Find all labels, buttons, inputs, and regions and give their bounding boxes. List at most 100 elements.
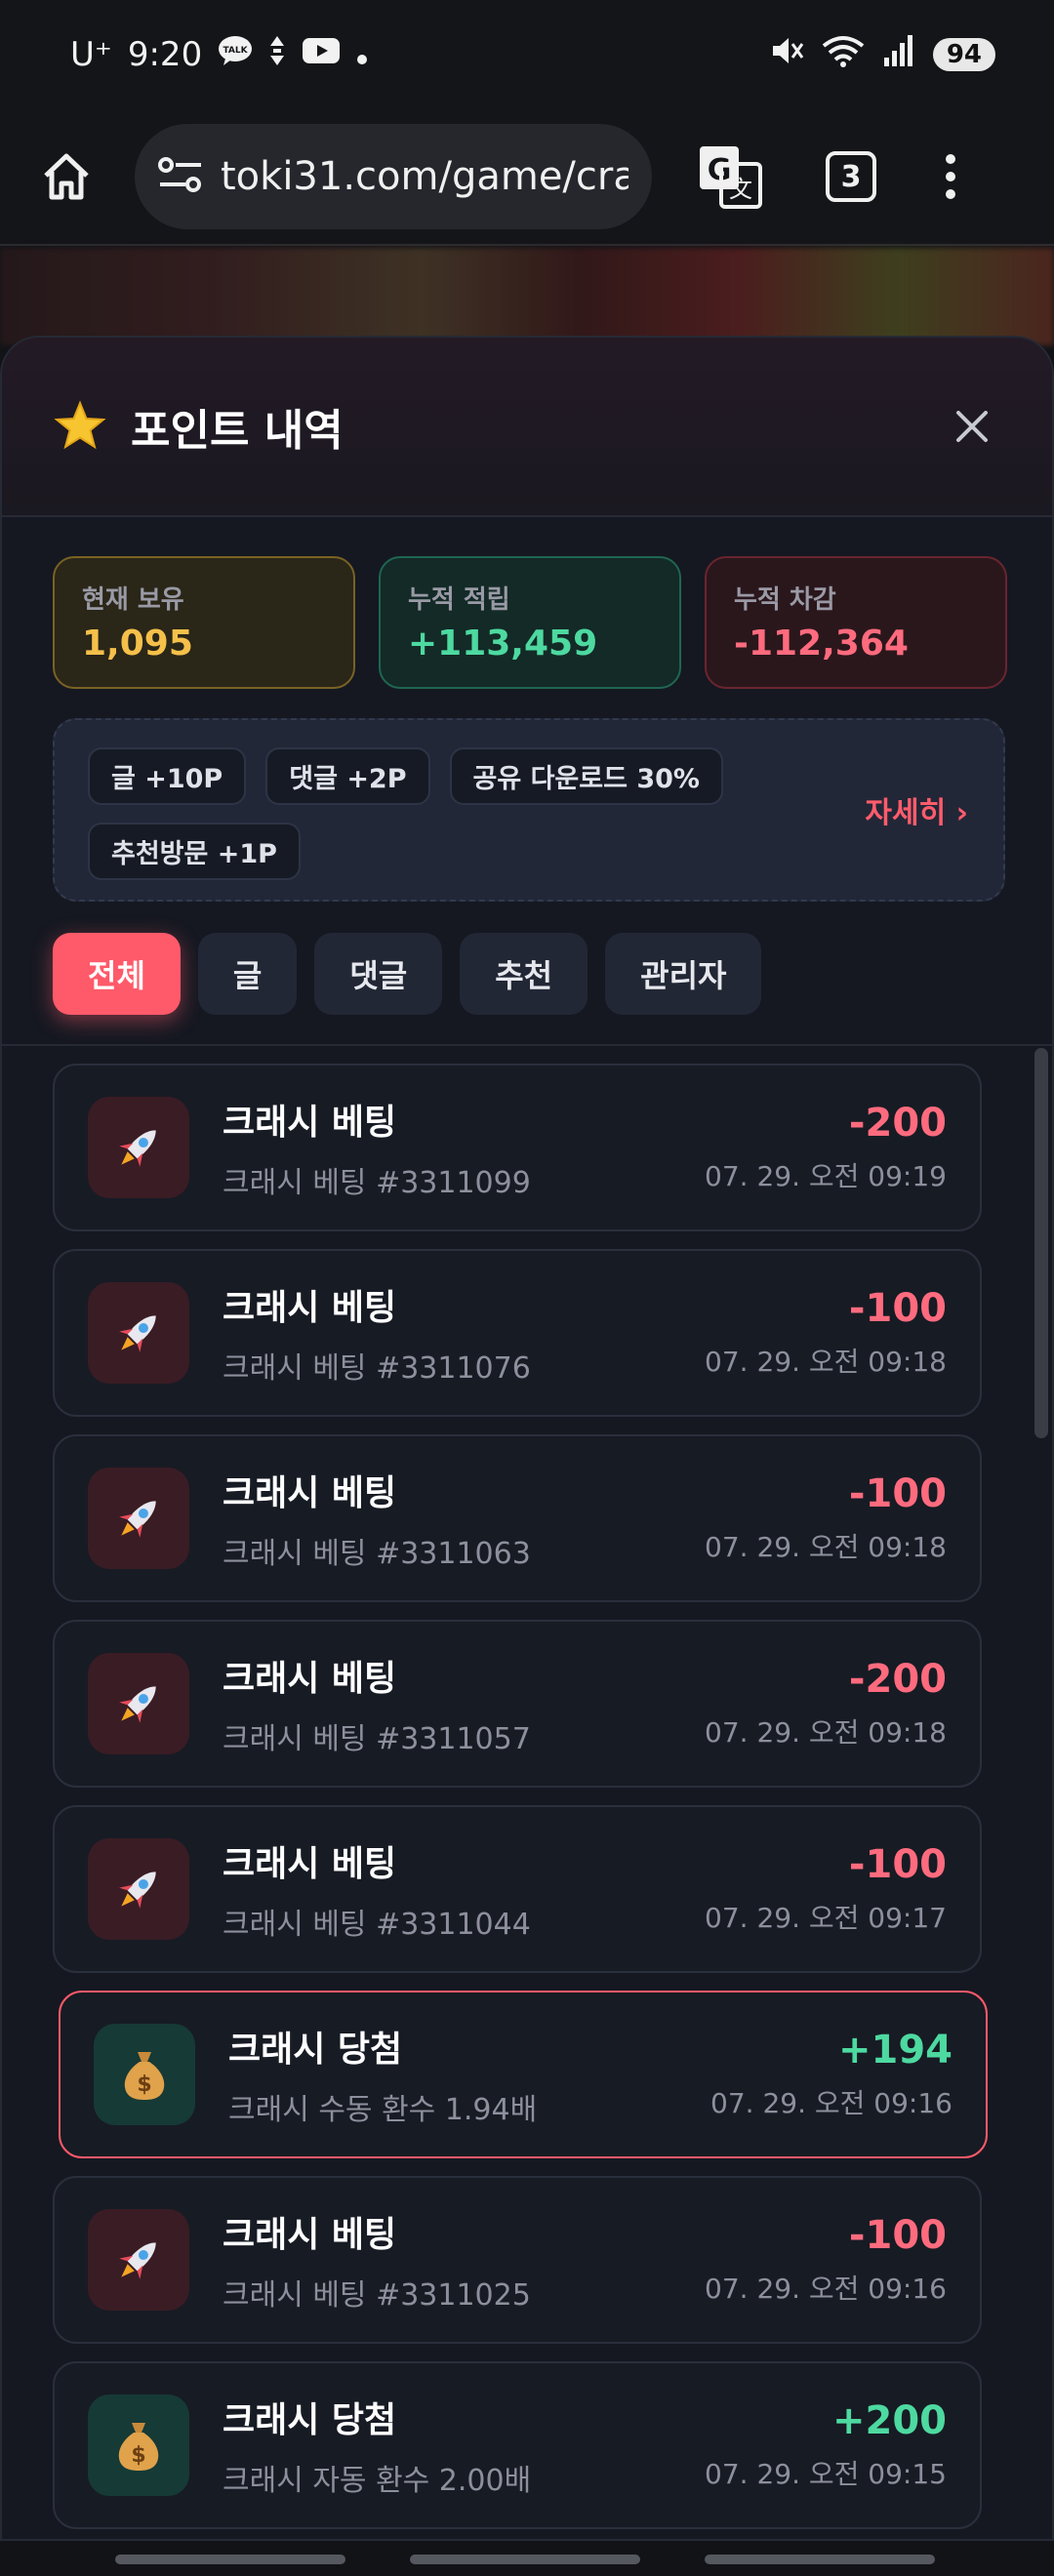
modal-header: 포인트 내역 [2,338,1052,517]
rocket-icon [88,1838,189,1940]
nav-gesture-home[interactable] [410,2555,640,2564]
browser-toolbar: toki31.com/game/cra G文 3 [0,109,1054,246]
rocket-icon [88,1653,189,1754]
mute-icon [769,34,804,75]
entry-title: 크래시 베팅 [223,1288,397,1328]
tab-all[interactable]: 전체 [53,933,181,1015]
entry-text: 크래시 베팅 크래시 베팅 #3311044 [223,1835,531,1943]
entry-time: 07. 29. 오전 09:16 [710,2087,953,2119]
details-link[interactable]: 자세히 › [865,788,968,831]
rule-chip-share: 공유 다운로드 30% [449,747,723,805]
history-entry[interactable]: 크래시 베팅 크래시 베팅 #3311063 -100 07. 29. 오전 0… [53,1434,982,1602]
history-entry[interactable]: 크래시 베팅 크래시 베팅 #3311057 -200 07. 29. 오전 0… [53,1620,982,1788]
list-scrollbar[interactable] [1034,1048,1048,1438]
background-page-banner [0,248,1054,345]
status-bar: U⁺ 9:20 TALK 94 [0,0,1054,109]
entry-title: 크래시 베팅 [223,1659,397,1699]
entry-amount: -100 [848,1286,947,1331]
entry-text: 크래시 베팅 크래시 베팅 #3311025 [223,2206,531,2314]
entry-amount: -200 [848,1657,947,1702]
tab-referrals[interactable]: 추천 [460,933,588,1015]
entry-text: 크래시 당첨 크래시 자동 환수 2.00배 [223,2392,531,2499]
points-history-modal: 포인트 내역 현재 보유 1,095 누적 적립 +113,459 누적 차감 … [0,336,1054,2541]
tab-comments[interactable]: 댓글 [314,933,443,1015]
svg-text:文: 文 [729,176,752,203]
home-button[interactable] [27,138,105,216]
entry-title: 크래시 당첨 [228,2030,403,2070]
entry-amount: +194 [837,2028,953,2073]
system-navigation-bar [0,2541,1054,2576]
entry-title: 크래시 베팅 [223,1844,397,1884]
rocket-icon [88,2209,189,2311]
tab-admin[interactable]: 관리자 [605,933,762,1015]
entry-meta: -100 07. 29. 오전 09:16 [705,2213,947,2307]
entry-time: 07. 29. 오전 09:16 [705,2273,947,2305]
points-summary: 현재 보유 1,095 누적 적립 +113,459 누적 차감 -112,36… [53,556,1007,689]
entry-title: 크래시 베팅 [223,1103,397,1143]
talk-icon: TALK [218,35,253,75]
overflow-menu-button[interactable] [941,154,960,199]
entry-time: 07. 29. 오전 09:18 [705,1716,947,1749]
address-bar[interactable]: toki31.com/game/cra [135,124,652,229]
entry-meta: -100 07. 29. 오전 09:18 [705,1286,947,1380]
status-right: 94 [769,34,995,75]
youtube-icon [302,35,341,74]
entry-time: 07. 29. 오전 09:19 [705,1160,947,1192]
entry-amount: +200 [831,2398,947,2443]
url-text: toki31.com/game/cra [221,154,628,199]
translate-button[interactable]: G文 [695,141,765,212]
entry-meta: -200 07. 29. 오전 09:18 [705,1657,947,1751]
entry-amount: -100 [848,2213,947,2258]
star-icon [54,400,106,450]
svg-text:$: $ [131,2443,145,2468]
entry-time: 07. 29. 오전 09:18 [705,1531,947,1563]
money-bag-icon: $ [94,2024,195,2125]
entry-time: 07. 29. 오전 09:17 [705,1902,947,1934]
history-entry[interactable]: $ 크래시 당첨 크래시 수동 환수 1.94배 +194 07. 29. 오전… [59,1991,988,2158]
carrier-label: U⁺ [70,35,112,74]
entry-text: 크래시 베팅 크래시 베팅 #3311076 [223,1279,531,1387]
entry-description: 크래시 수동 환수 1.94배 [228,2093,538,2127]
notification-dot-icon [356,35,368,74]
entry-meta: -100 07. 29. 오전 09:17 [705,1842,947,1936]
history-entry[interactable]: $ 크래시 당첨 크래시 자동 환수 2.00배 +200 07. 29. 오전… [53,2361,982,2529]
entry-text: 크래시 베팅 크래시 베팅 #3311057 [223,1650,531,1757]
entry-title: 크래시 베팅 [223,2215,397,2255]
stat-label: 누적 적립 [408,585,510,615]
rocket-icon [88,1468,189,1569]
history-entry[interactable]: 크래시 베팅 크래시 베팅 #3311076 -100 07. 29. 오전 0… [53,1249,982,1417]
entry-amount: -200 [848,1101,947,1146]
nav-gesture-back[interactable] [705,2555,935,2564]
entry-text: 크래시 당첨 크래시 수동 환수 1.94배 [228,2021,537,2128]
entry-text: 크래시 베팅 크래시 베팅 #3311063 [223,1465,531,1572]
status-left: U⁺ 9:20 TALK [70,34,368,76]
tab-posts[interactable]: 글 [197,933,298,1015]
svg-text:$: $ [137,2073,151,2097]
rule-chip-post: 글 +10P [88,747,247,805]
filter-tabs: 전체 글 댓글 추천 관리자 [53,933,762,1015]
history-entry[interactable]: 크래시 베팅 크래시 베팅 #3311099 -200 07. 29. 오전 0… [53,1064,982,1231]
data-transfer-icon [268,34,286,76]
battery-indicator: 94 [932,38,995,71]
svg-text:TALK: TALK [223,46,249,56]
history-entry[interactable]: 크래시 베팅 크래시 베팅 #3311025 -100 07. 29. 오전 0… [53,2176,982,2344]
nav-gesture-recents[interactable] [115,2555,345,2564]
entry-amount: -100 [848,1471,947,1516]
entry-description: 크래시 베팅 #3311057 [223,1722,531,1756]
entry-time: 07. 29. 오전 09:18 [705,1346,947,1378]
site-settings-icon[interactable] [158,155,203,198]
close-button[interactable] [943,397,1001,456]
signal-icon [882,34,915,75]
tab-switcher-button[interactable]: 3 [826,151,876,202]
rule-chip-comment: 댓글 +2P [265,747,430,805]
rocket-icon [88,1282,189,1384]
rocket-icon [88,1097,189,1198]
entry-meta: -200 07. 29. 오전 09:19 [705,1101,947,1194]
history-list[interactable]: 크래시 베팅 크래시 베팅 #3311099 -200 07. 29. 오전 0… [2,1046,1052,2539]
money-bag-icon: $ [88,2395,189,2496]
rule-chip-referral: 추천방문 +1P [88,823,301,880]
history-entry[interactable]: 크래시 베팅 크래시 베팅 #3311044 -100 07. 29. 오전 0… [53,1805,982,1973]
stat-value: +113,459 [408,624,598,664]
stat-label: 현재 보유 [82,585,184,615]
entry-description: 크래시 베팅 #3311025 [223,2278,531,2313]
